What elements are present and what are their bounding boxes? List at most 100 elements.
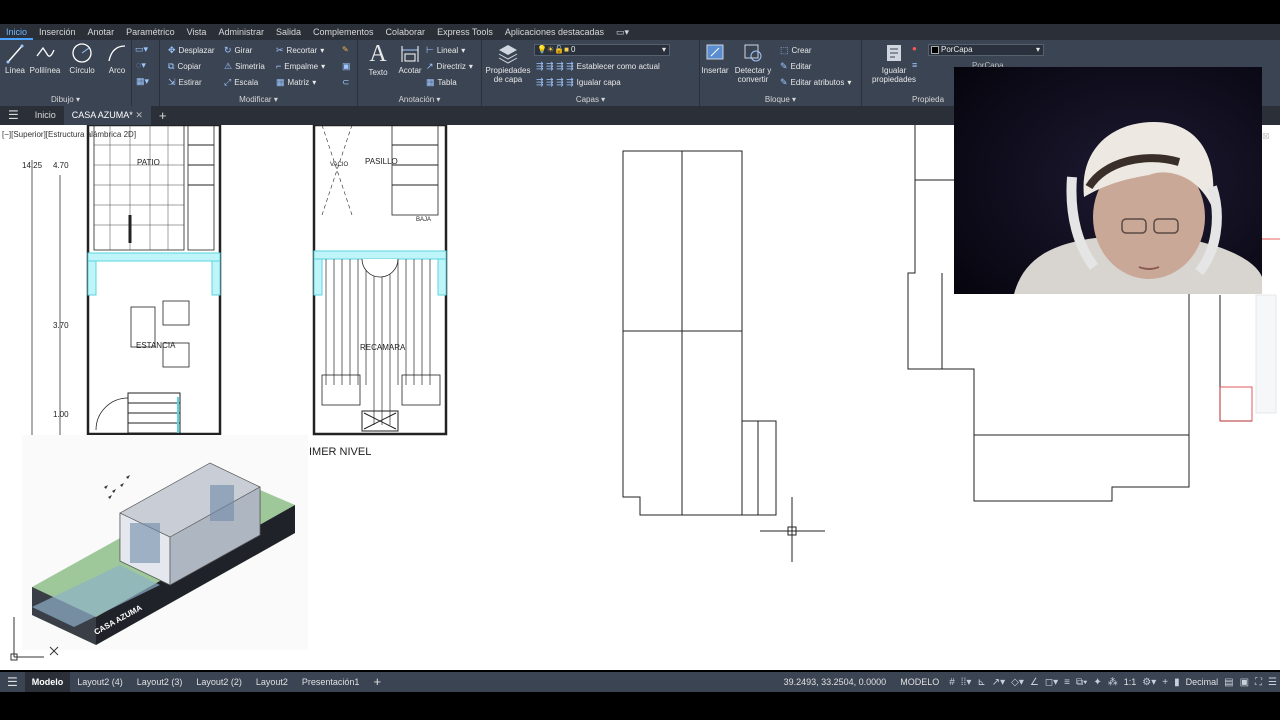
panel-title-propiedades[interactable]: Propieda — [912, 95, 944, 104]
color-dropdown[interactable]: PorCapa ▾ — [928, 44, 1044, 56]
match-properties-button[interactable]: Igualar propiedades — [870, 42, 918, 84]
isodraft-icon[interactable]: ◇▾ — [1008, 677, 1027, 688]
units-value[interactable]: Decimal — [1183, 672, 1222, 692]
panel-title-anotacion[interactable]: Anotación ▾ — [358, 95, 481, 104]
ribbon-tab-inicio[interactable]: Inicio — [0, 24, 34, 40]
trim-button[interactable]: ✂ Recortar ▾ — [276, 45, 324, 56]
add-icon[interactable]: + — [1159, 677, 1171, 688]
selection-cycling-icon[interactable]: ⧉▾ — [1073, 677, 1090, 688]
dimension-button[interactable]: Acotar — [396, 42, 424, 75]
offset-icon[interactable]: ⊂ — [342, 77, 350, 88]
tab-presentacion1[interactable]: Presentación1 — [295, 672, 367, 692]
ribbon-tab-administrar[interactable]: Administrar — [212, 24, 270, 40]
graphics-performance-icon[interactable]: ▣ — [1237, 677, 1252, 688]
ribbon-tab-colaborar[interactable]: Colaborar — [380, 24, 432, 40]
edit-attributes-button[interactable]: ✎ Editar atributos ▾ — [780, 77, 851, 88]
units-icon[interactable]: ▮ — [1171, 677, 1183, 688]
layer-dropdown[interactable]: 💡☀🔓■ 0 ▾ — [534, 44, 670, 56]
selection-box — [1219, 386, 1253, 422]
ribbon-options-icon[interactable]: ▭▾ — [610, 24, 635, 40]
text-button[interactable]: A Texto — [364, 42, 392, 77]
coordinates-readout[interactable]: 39.2493, 33.2504, 0.0000 — [777, 672, 894, 692]
panel-title-dibujo[interactable]: Dibujo ▾ — [0, 95, 131, 104]
ribbon-tab-insercion[interactable]: Inserción — [33, 24, 82, 40]
ribbon-tab-complementos[interactable]: Complementos — [307, 24, 380, 40]
layer-tools-row-2[interactable]: ⇶ ⇶ ⇶ ⇶ Igualar capa — [536, 77, 621, 88]
object-tracking-icon[interactable]: ∠ — [1027, 677, 1042, 688]
layer-properties-button[interactable]: Propiedades de capa — [484, 42, 532, 84]
erase-icon[interactable]: ✎ — [342, 45, 349, 54]
rotate-button[interactable]: ↻ Girar — [224, 45, 252, 56]
ground-floor-plan — [86, 125, 222, 436]
layer-tools-row-1[interactable]: ⇶ ⇶ ⇶ ⇶ Establecer como actual — [536, 61, 660, 72]
clean-screen-icon[interactable]: ⛶ — [1252, 677, 1265, 688]
room-label: RECAMARA — [360, 343, 406, 352]
ribbon-tab-salida[interactable]: Salida — [270, 24, 307, 40]
tab-layout2-3[interactable]: Layout2 (3) — [130, 672, 190, 692]
status-menu-icon[interactable]: ☰ — [0, 672, 25, 692]
line-button[interactable]: Línea — [4, 42, 26, 75]
tab-casa-azuma[interactable]: CASA AZUMA* ✕ — [63, 106, 151, 125]
dimension-text: 3.70 — [53, 321, 69, 330]
circle-icon — [72, 43, 92, 63]
snap-icon[interactable]: ⁞⁞▾ — [958, 677, 975, 688]
scale-button[interactable]: ⤢ Escala — [224, 77, 258, 88]
tab-inicio[interactable]: Inicio — [27, 106, 64, 125]
quick-properties-icon[interactable]: ▤ — [1221, 677, 1236, 688]
lineweight-toggle-icon[interactable]: ≡ — [1061, 677, 1073, 688]
add-layout-button[interactable]: + — [366, 672, 388, 692]
insert-button[interactable]: Insertar — [700, 42, 730, 75]
array-button[interactable]: ▦ Matriz ▾ — [276, 77, 316, 88]
table-button[interactable]: ▦ Tabla — [426, 77, 457, 88]
ribbon-tab-anotar[interactable]: Anotar — [82, 24, 121, 40]
linear-button[interactable]: ⊢ Lineal ▾ — [426, 45, 465, 56]
gradient-icon[interactable]: ▦▾ — [136, 76, 149, 87]
tab-layout2-2[interactable]: Layout2 (2) — [189, 672, 249, 692]
ribbon-tab-express-tools[interactable]: Express Tools — [431, 24, 499, 40]
circle-label: Círculo — [69, 66, 95, 75]
panel-title-bloque[interactable]: Bloque ▾ — [700, 95, 861, 104]
osnap-icon[interactable]: ◻▾ — [1042, 677, 1061, 688]
model-space-toggle[interactable]: MODELO — [893, 672, 946, 692]
move-button[interactable]: ✥ Desplazar — [168, 45, 215, 56]
ribbon-tab-parametrico[interactable]: Paramétrico — [120, 24, 181, 40]
panel-title-capas[interactable]: Capas ▾ — [482, 95, 699, 104]
panel-bloque: Insertar Detectar y convertir ⬚ Crear ✎ Ed… — [700, 40, 862, 106]
autocad-window: Inicio Inserción Anotar Paramétrico Vist… — [0, 0, 1280, 720]
polyline-button[interactable]: Polilínea — [28, 42, 62, 75]
grid-icon[interactable]: # — [946, 677, 958, 688]
color-picker-icon[interactable]: ● — [912, 44, 917, 53]
fillet-button[interactable]: ⌐ Empalme ▾ — [276, 61, 325, 71]
panel-title-modificar[interactable]: Modificar ▾ — [160, 95, 357, 104]
tab-layout2[interactable]: Layout2 — [249, 672, 295, 692]
menu-icon[interactable]: ☰ — [0, 106, 27, 125]
ortho-icon[interactable]: ⊾ — [974, 677, 988, 688]
ribbon-tab-vista[interactable]: Vista — [181, 24, 213, 40]
annotation-scale-icon[interactable]: ⁂ — [1105, 677, 1121, 688]
explode-icon[interactable]: ▣ — [342, 61, 351, 72]
ribbon-tab-aplicaciones[interactable]: Aplicaciones destacadas — [499, 24, 610, 40]
tab-modelo[interactable]: Modelo — [24, 672, 71, 692]
create-block-button[interactable]: ⬚ Crear — [780, 45, 812, 56]
close-icon: ✕ — [135, 110, 143, 120]
copy-button[interactable]: ⧉ Copiar — [168, 61, 201, 72]
stretch-button[interactable]: ⇲ Estirar — [168, 77, 202, 88]
annotation-scale-value[interactable]: 1:1 — [1121, 672, 1140, 692]
lineweight-icon[interactable]: ≡ — [912, 60, 917, 70]
detect-convert-button[interactable]: Detectar y convertir — [732, 42, 774, 84]
annotation-visibility-icon[interactable]: ✦ — [1090, 677, 1104, 688]
polar-icon[interactable]: ↗▾ — [989, 677, 1008, 688]
tab-layout2-4[interactable]: Layout2 (4) — [70, 672, 130, 692]
mirror-button[interactable]: ⚠ Simetría — [224, 61, 265, 72]
leader-button[interactable]: ↗ Directriz ▾ — [426, 61, 473, 72]
new-tab-button[interactable]: + — [151, 106, 175, 125]
match-layer-button[interactable]: Igualar capa — [577, 78, 621, 87]
circle-button[interactable]: Círculo — [66, 42, 98, 75]
trim-icon: ✂ — [276, 45, 284, 55]
edit-block-button[interactable]: ✎ Editar — [780, 61, 811, 72]
set-current-button[interactable]: Establecer como actual — [577, 62, 660, 71]
gear-icon[interactable]: ⚙▾ — [1139, 677, 1159, 688]
customization-icon[interactable]: ☰ — [1265, 677, 1280, 688]
arc-button[interactable]: Arco — [104, 42, 130, 75]
hatch-icon[interactable]: ◌▾ — [136, 60, 146, 71]
